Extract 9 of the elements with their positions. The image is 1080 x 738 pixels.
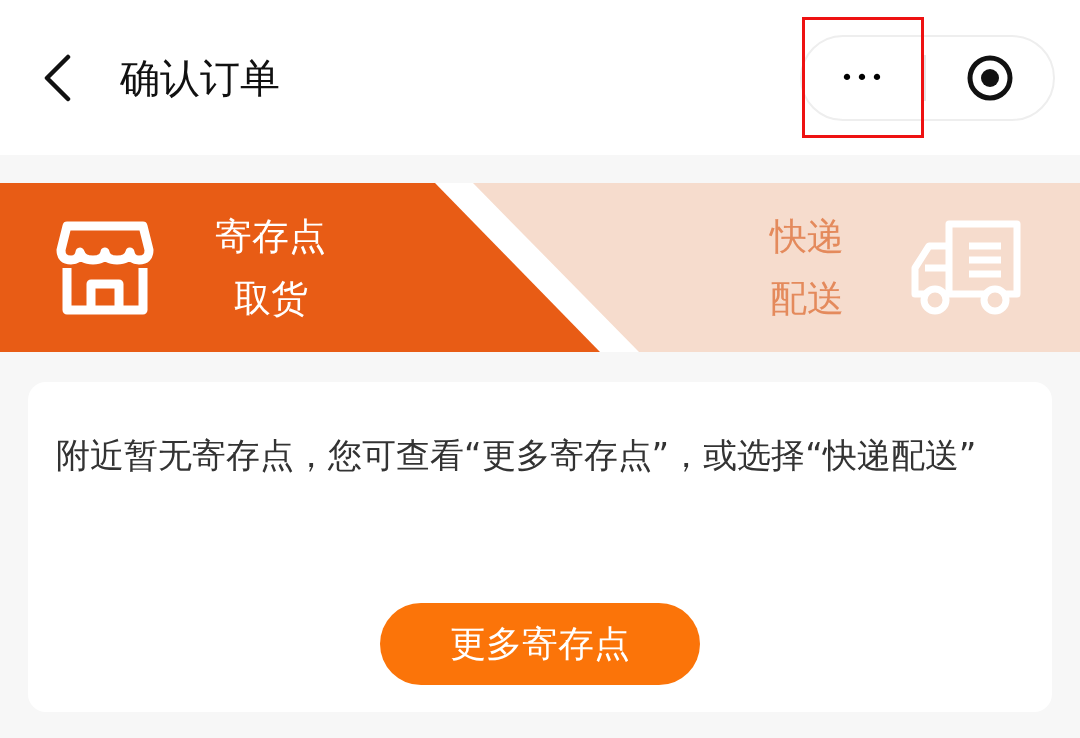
tab-label: 取货 <box>233 275 308 322</box>
notice-message: 附近暂无寄存点，您可查看“更多寄存点”，或选择“快递配送” <box>56 434 978 477</box>
tab-label: 寄存点 <box>215 213 326 260</box>
back-icon[interactable] <box>42 53 72 102</box>
tab-label: 快递 <box>770 213 844 260</box>
more-stations-button[interactable]: 更多寄存点 <box>380 603 700 685</box>
page-title: 确认订单 <box>120 53 280 103</box>
more-button[interactable]: ••• <box>802 17 924 138</box>
tab-label: 配送 <box>770 275 844 322</box>
